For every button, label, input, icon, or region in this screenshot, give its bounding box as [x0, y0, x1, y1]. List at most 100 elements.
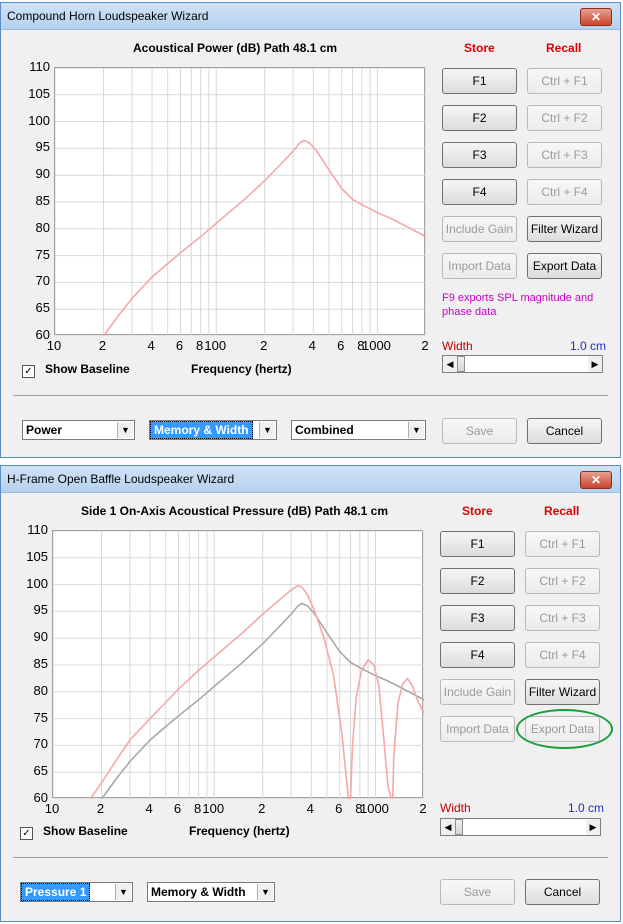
- show-baseline-label: Show Baseline: [43, 824, 128, 838]
- y-tick-label: 105: [28, 85, 50, 101]
- response-plot: [54, 67, 426, 336]
- store-f1-button[interactable]: F1: [440, 531, 515, 557]
- x-tick-label: 2: [258, 801, 266, 816]
- cancel-button[interactable]: Cancel: [525, 879, 600, 905]
- chevron-down-icon[interactable]: ▼: [257, 884, 273, 900]
- width-value: 1.0 cm: [570, 339, 607, 353]
- window-title: Compound Horn Loudspeaker Wizard: [7, 9, 209, 23]
- memory-width-select-value: Memory & Width: [150, 421, 253, 439]
- y-tick-label: 100: [28, 112, 50, 128]
- separator: [13, 395, 608, 396]
- cancel-button[interactable]: Cancel: [527, 418, 602, 444]
- combined-select[interactable]: Combined ▼: [291, 420, 426, 440]
- y-tick-label: 65: [35, 300, 50, 316]
- title-bar: Compound Horn Loudspeaker Wizard ✕: [1, 3, 620, 30]
- recall-f1-button[interactable]: Ctrl + F1: [525, 531, 600, 557]
- store-f4-button[interactable]: F4: [442, 179, 517, 205]
- store-f2-button[interactable]: F2: [442, 105, 517, 131]
- x-tick-label: 100: [204, 338, 227, 353]
- close-button[interactable]: ✕: [580, 8, 612, 26]
- store-f3-button[interactable]: F3: [440, 605, 515, 631]
- filter-wizard-button[interactable]: Filter Wizard: [525, 679, 600, 705]
- include-gain-button[interactable]: Include Gain: [442, 216, 517, 242]
- chart-title: Acoustical Power (dB) Path 48.1 cm: [133, 41, 338, 55]
- export-data-button[interactable]: Export Data: [527, 253, 602, 279]
- width-label: Width: [442, 339, 473, 353]
- measurement-select[interactable]: Pressure 1 ▼: [20, 882, 133, 902]
- scroll-right-arrow-icon[interactable]: ▶: [588, 356, 602, 372]
- y-tick-label: 70: [35, 273, 50, 289]
- f9-export-note: F9 exports SPL magnitude and phase data: [442, 292, 594, 318]
- y-tick-label: 100: [26, 575, 48, 591]
- y-tick-label: 95: [33, 602, 48, 618]
- store-f1-button[interactable]: F1: [442, 68, 517, 94]
- response-chart-svg: [53, 531, 424, 799]
- chevron-down-icon[interactable]: ▼: [117, 422, 133, 438]
- x-tick-label: 1000: [361, 338, 391, 353]
- import-data-button[interactable]: Import Data: [440, 716, 515, 742]
- y-tick-label: 90: [35, 166, 50, 182]
- chevron-down-icon[interactable]: ▼: [408, 422, 424, 438]
- recall-f3-button[interactable]: Ctrl + F3: [525, 605, 600, 631]
- y-tick-label: 80: [35, 219, 50, 235]
- y-tick-label: 110: [27, 522, 48, 537]
- y-tick-label: 80: [33, 682, 48, 698]
- memory-width-select[interactable]: Memory & Width ▼: [149, 420, 277, 440]
- y-tick-label: 75: [33, 709, 48, 725]
- store-f4-button[interactable]: F4: [440, 642, 515, 668]
- measurement-select-value: Power: [26, 423, 63, 437]
- y-tick-label: 65: [33, 763, 48, 779]
- recall-f2-button[interactable]: Ctrl + F2: [525, 568, 600, 594]
- memory-width-select-value: Memory & Width: [151, 885, 246, 899]
- recall-f1-button[interactable]: Ctrl + F1: [527, 68, 602, 94]
- response-plot: [52, 530, 424, 799]
- recall-f3-button[interactable]: Ctrl + F3: [527, 142, 602, 168]
- import-data-button[interactable]: Import Data: [442, 253, 517, 279]
- combined-select-value: Combined: [295, 423, 354, 437]
- width-slider-thumb[interactable]: [457, 356, 465, 372]
- y-tick-label: 110: [29, 59, 50, 74]
- x-tick-label: 2: [421, 338, 429, 353]
- scroll-right-arrow-icon[interactable]: ▶: [586, 819, 600, 835]
- store-f2-button[interactable]: F2: [440, 568, 515, 594]
- include-gain-button[interactable]: Include Gain: [440, 679, 515, 705]
- recall-header: Recall: [544, 504, 580, 518]
- recall-f2-button[interactable]: Ctrl + F2: [527, 105, 602, 131]
- chevron-down-icon[interactable]: ▼: [115, 884, 131, 900]
- y-tick-label: 70: [33, 736, 48, 752]
- close-button[interactable]: ✕: [580, 471, 612, 489]
- title-bar: H-Frame Open Baffle Loudspeaker Wizard ✕: [1, 466, 620, 493]
- scroll-left-arrow-icon[interactable]: ◀: [441, 819, 455, 835]
- width-slider[interactable]: ◀ ▶: [442, 355, 603, 373]
- recall-f4-button[interactable]: Ctrl + F4: [525, 642, 600, 668]
- series-line: [89, 584, 424, 799]
- memory-width-select[interactable]: Memory & Width ▼: [147, 882, 275, 902]
- measurement-select[interactable]: Power ▼: [22, 420, 135, 440]
- width-slider-thumb[interactable]: [455, 819, 463, 835]
- y-tick-label: 105: [26, 548, 48, 564]
- show-baseline-checkbox[interactable]: ✓: [20, 827, 33, 840]
- recall-f4-button[interactable]: Ctrl + F4: [527, 179, 602, 205]
- width-slider[interactable]: ◀ ▶: [440, 818, 601, 836]
- save-button[interactable]: Save: [442, 418, 517, 444]
- h-frame-wizard-window: H-Frame Open Baffle Loudspeaker Wizard ✕…: [0, 465, 621, 922]
- width-value: 1.0 cm: [568, 801, 605, 815]
- export-data-highlight: [516, 709, 613, 749]
- x-tick-label: 2: [96, 801, 105, 816]
- store-header: Store: [462, 504, 493, 518]
- filter-wizard-button[interactable]: Filter Wizard: [527, 216, 602, 242]
- x-axis-label: Frequency (hertz): [189, 824, 290, 838]
- separator: [13, 857, 608, 858]
- measurement-select-value: Pressure 1: [21, 883, 91, 901]
- x-tick-label: 10: [46, 338, 62, 353]
- window-title: H-Frame Open Baffle Loudspeaker Wizard: [7, 472, 235, 486]
- show-baseline-checkbox[interactable]: ✓: [22, 365, 35, 378]
- save-button[interactable]: Save: [440, 879, 515, 905]
- chevron-down-icon[interactable]: ▼: [259, 422, 275, 438]
- recall-header: Recall: [546, 41, 582, 55]
- scroll-left-arrow-icon[interactable]: ◀: [443, 356, 457, 372]
- store-header: Store: [464, 41, 495, 55]
- y-tick-label: 95: [35, 139, 50, 155]
- store-f3-button[interactable]: F3: [442, 142, 517, 168]
- response-chart-svg: [55, 68, 426, 336]
